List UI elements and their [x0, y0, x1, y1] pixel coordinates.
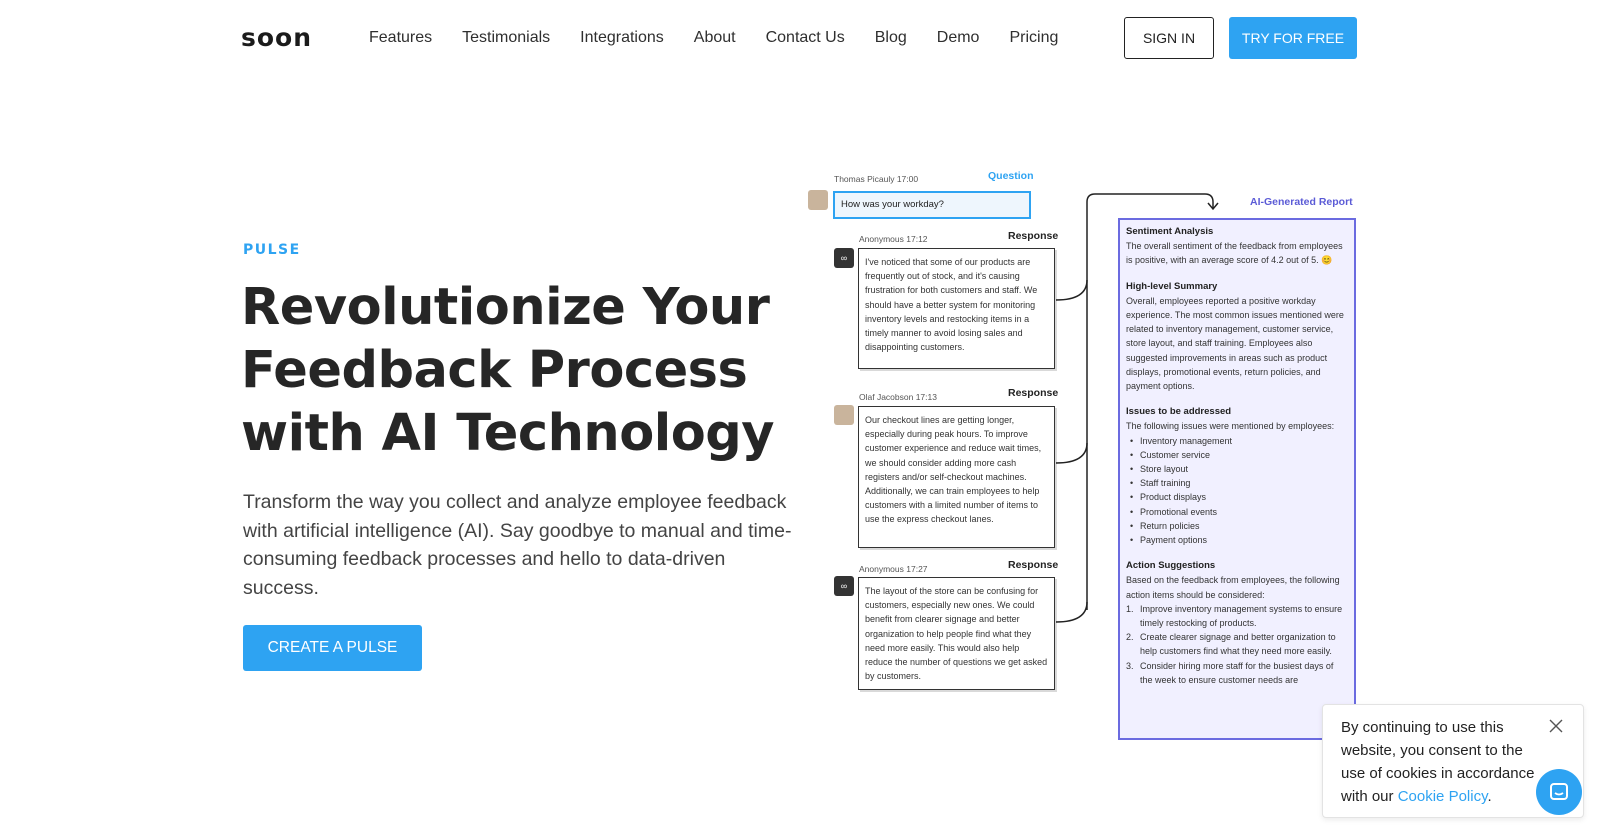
- cookie-text-end: .: [1487, 788, 1492, 805]
- list-item: Return policies: [1126, 519, 1348, 533]
- report-issues-intro: The following issues were mentioned by e…: [1126, 421, 1335, 432]
- chat-icon[interactable]: [1536, 769, 1582, 815]
- response-meta: Anonymous 17:12: [859, 234, 928, 244]
- sign-in-button[interactable]: SIGN IN: [1124, 17, 1214, 59]
- nav-contact-us[interactable]: Contact Us: [766, 28, 845, 48]
- avatar: [834, 405, 854, 425]
- question-meta: Thomas Picauly 17:00: [834, 174, 919, 184]
- nav-blog[interactable]: Blog: [875, 28, 907, 48]
- response-tag: Response: [1008, 230, 1059, 242]
- report-sentiment-text: The overall sentiment of the feedback fr…: [1126, 241, 1343, 266]
- glasses-icon: ∞: [834, 576, 854, 596]
- create-pulse-button[interactable]: CREATE A PULSE: [243, 625, 422, 671]
- report-actions-title: Action Suggestions: [1126, 560, 1216, 572]
- list-item: Promotional events: [1126, 505, 1348, 519]
- response-box: I've noticed that some of our products a…: [858, 248, 1055, 369]
- nav-about[interactable]: About: [694, 28, 736, 48]
- nav-integrations[interactable]: Integrations: [580, 28, 664, 48]
- avatar: [808, 190, 828, 210]
- cookie-message: By continuing to use this website, you c…: [1341, 716, 1536, 808]
- list-item: Inventory management: [1126, 434, 1348, 448]
- list-item: Product displays: [1126, 490, 1348, 504]
- report-actions-intro: Based on the feedback from employees, th…: [1126, 575, 1340, 600]
- report-tag: AI-Generated Report: [1250, 196, 1353, 208]
- report-issues-title: Issues to be addressed: [1126, 406, 1232, 418]
- response-box: Our checkout lines are getting longer, e…: [858, 406, 1055, 548]
- list-item: Store layout: [1126, 462, 1348, 476]
- try-for-free-button[interactable]: TRY FOR FREE: [1229, 17, 1357, 59]
- feedback-illustration: Thomas Picauly 17:00 Question How was yo…: [800, 170, 1360, 740]
- response-box: The layout of the store can be confusing…: [858, 577, 1055, 690]
- main-nav: Features Testimonials Integrations About…: [369, 28, 1088, 48]
- nav-demo[interactable]: Demo: [937, 28, 980, 48]
- report-sentiment-title: Sentiment Analysis: [1126, 226, 1214, 237]
- report-issues-list: Inventory management Customer service St…: [1126, 434, 1348, 548]
- list-item: Payment options: [1126, 533, 1348, 547]
- report-summary-text: Overall, employees reported a positive w…: [1126, 295, 1344, 392]
- logo[interactable]: soon: [241, 22, 312, 54]
- response-meta: Olaf Jacobson 17:13: [859, 392, 937, 402]
- list-item: Customer service: [1126, 448, 1348, 462]
- site-header: soon Features Testimonials Integrations …: [0, 0, 1600, 76]
- glasses-icon: ∞: [834, 248, 854, 268]
- question-tag: Question: [988, 170, 1034, 182]
- nav-pricing[interactable]: Pricing: [1009, 28, 1058, 48]
- nav-features[interactable]: Features: [369, 28, 432, 48]
- question-box: How was your workday?: [833, 191, 1031, 219]
- nav-testimonials[interactable]: Testimonials: [462, 28, 550, 48]
- list-item: Create clearer signage and better organi…: [1126, 630, 1348, 658]
- ai-report: Sentiment Analysis The overall sentiment…: [1118, 218, 1356, 740]
- response-tag: Response: [1008, 559, 1059, 571]
- cookie-policy-link[interactable]: Cookie Policy: [1398, 788, 1488, 805]
- report-summary-title: High-level Summary: [1126, 280, 1218, 292]
- list-item: Staff training: [1126, 476, 1348, 490]
- list-item: Improve inventory management systems to …: [1126, 602, 1348, 630]
- report-actions-list: Improve inventory management systems to …: [1126, 602, 1348, 687]
- hero-eyebrow: PULSE: [243, 242, 301, 258]
- hero-subtext: Transform the way you collect and analyz…: [243, 491, 792, 599]
- hero-headline: Revolutionize Your Feedback Process with…: [241, 278, 775, 463]
- response-meta: Anonymous 17:27: [859, 564, 928, 574]
- response-tag: Response: [1008, 387, 1059, 399]
- list-item: Consider hiring more staff for the busie…: [1126, 659, 1348, 687]
- close-icon[interactable]: [1547, 717, 1565, 735]
